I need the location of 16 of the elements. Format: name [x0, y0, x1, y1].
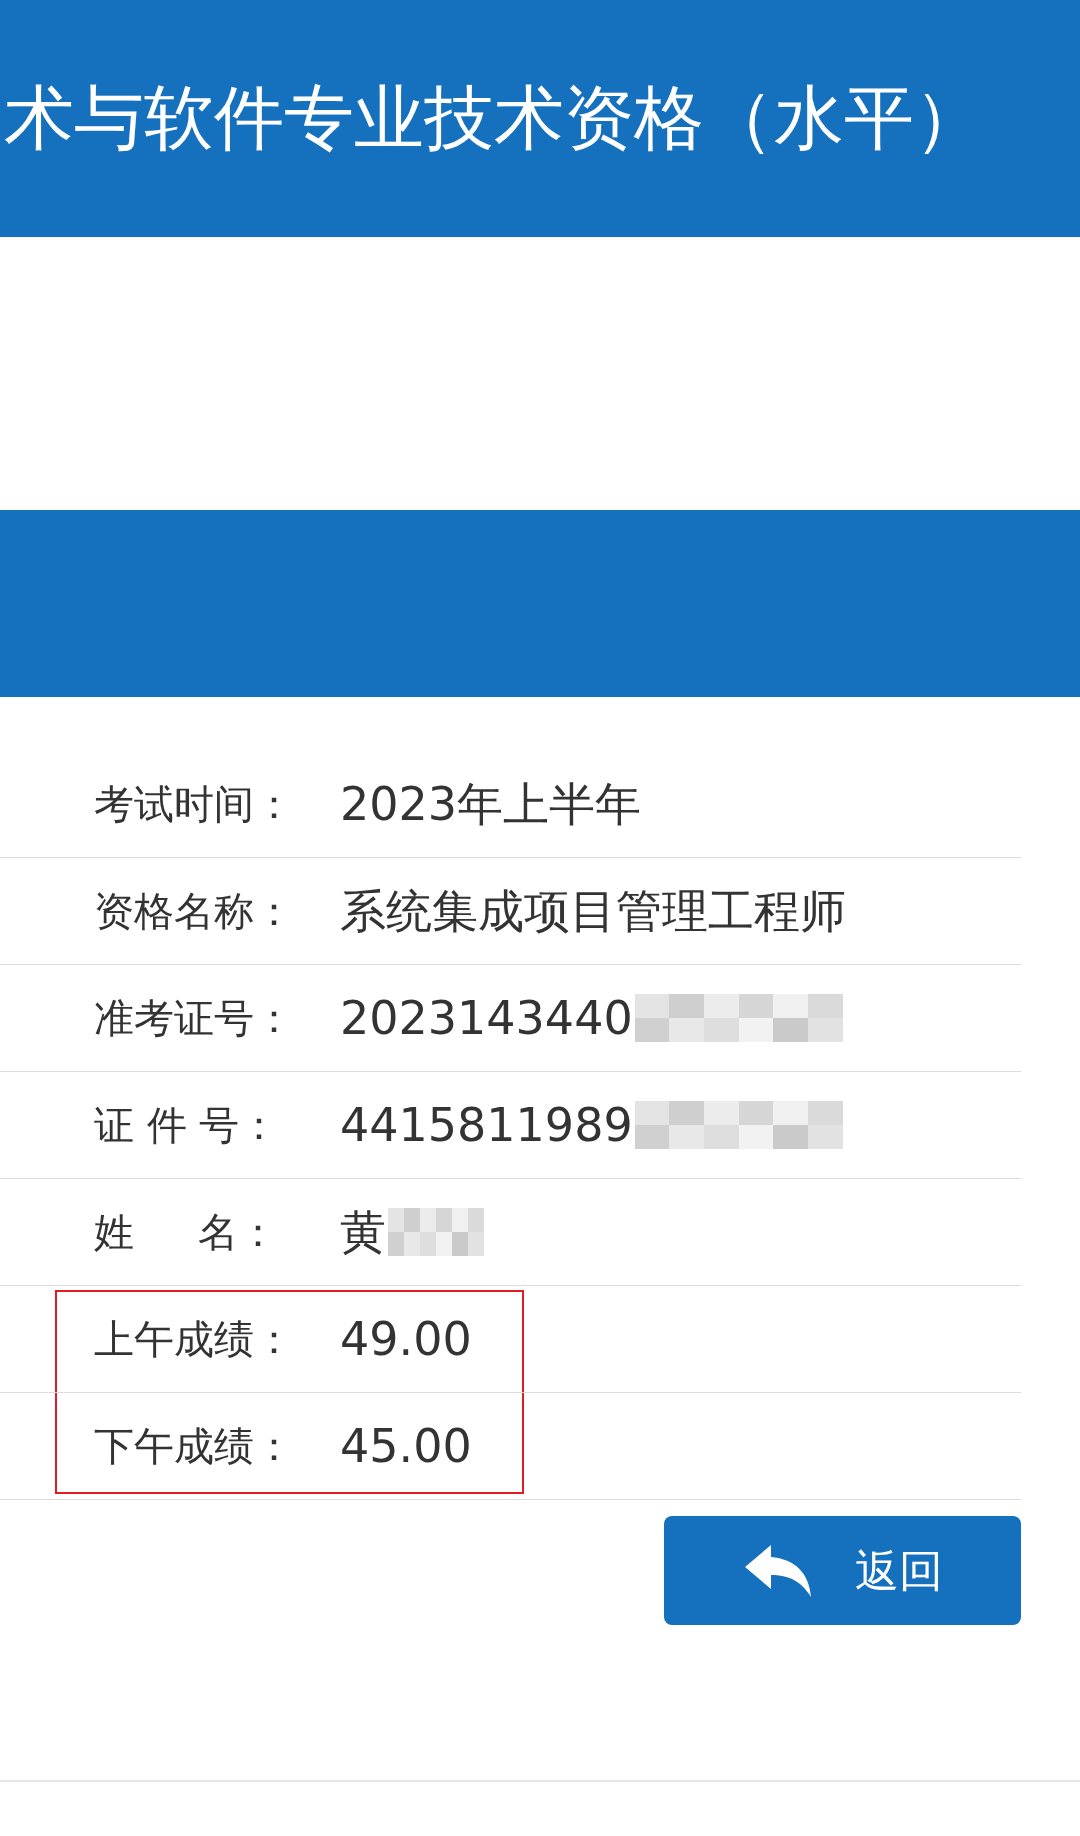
field-label: 上午成绩：: [93, 1315, 295, 1364]
field-value: 黄: [340, 1203, 386, 1261]
field-label: 下午成绩：: [93, 1422, 295, 1471]
field-label: 考试时间：: [93, 780, 295, 829]
field-value: 45.00: [340, 1417, 472, 1475]
field-value: 4415811989: [340, 1096, 633, 1154]
field-label: 资格名称：: [93, 887, 295, 936]
page-title: 术与软件专业技术资格（水平）: [3, 76, 984, 161]
field-label: 证 件 号：: [93, 1101, 281, 1150]
field-value: 49.00: [340, 1310, 472, 1368]
field-value: 2023143440: [340, 989, 633, 1047]
back-button[interactable]: 返回: [664, 1516, 1021, 1625]
field-label: 准考证号：: [93, 994, 295, 1043]
field-value: 系统集成项目管理工程师: [340, 882, 846, 940]
field-value: 2023年上半年: [340, 775, 642, 833]
field-label: 姓 名：: [93, 1208, 279, 1257]
